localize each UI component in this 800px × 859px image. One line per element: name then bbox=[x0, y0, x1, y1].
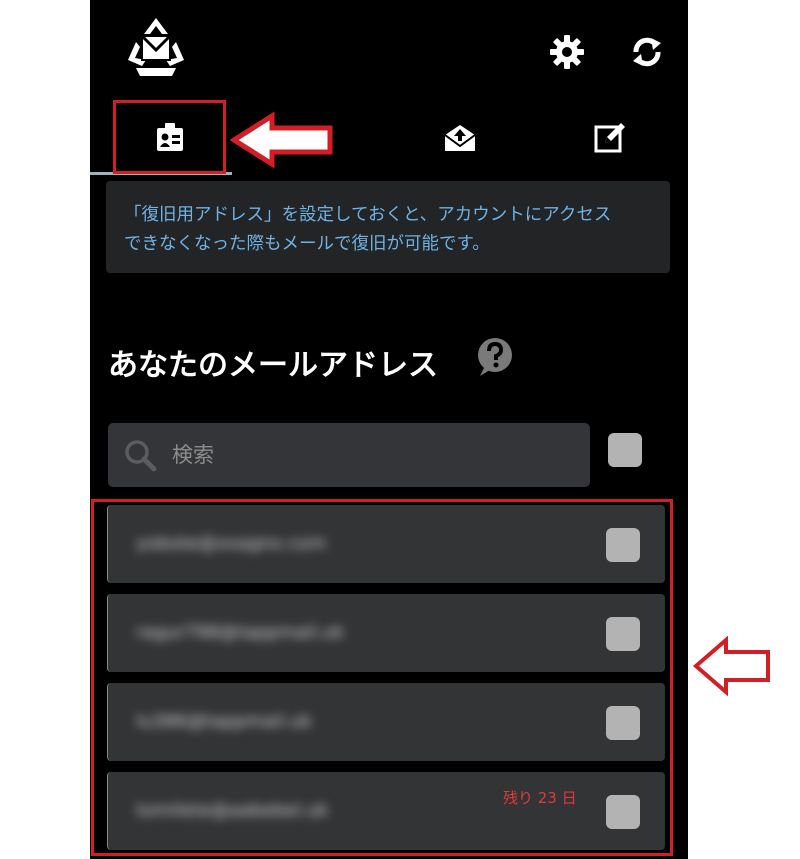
search-icon bbox=[125, 440, 157, 472]
email-list-highlight-box bbox=[91, 499, 673, 856]
pencil-square-icon bbox=[594, 123, 625, 153]
question-bubble-icon[interactable] bbox=[474, 336, 516, 378]
recovery-info-box: 「復旧用アドレス」を設定しておくと、アカウントにアクセス できなくなった際もメー… bbox=[106, 181, 670, 273]
info-text-line-2: できなくなった際もメールで復旧が可能です。 bbox=[124, 234, 490, 254]
info-text-line-1: 「復旧用アドレス」を設定しておくと、アカウントにアクセス bbox=[124, 205, 612, 225]
refresh-icon bbox=[633, 37, 661, 67]
annotation-arrow-left-outline-icon bbox=[692, 636, 770, 696]
select-all-checkbox[interactable] bbox=[608, 433, 642, 467]
screenshot-canvas: 「復旧用アドレス」を設定しておくと、アカウントにアクセス できなくなった際もメー… bbox=[0, 0, 800, 859]
envelope-upload-icon bbox=[444, 125, 476, 151]
annotation-arrow-left-icon bbox=[230, 112, 333, 168]
search-input[interactable] bbox=[170, 434, 574, 476]
gear-icon bbox=[550, 35, 584, 69]
refresh-button[interactable] bbox=[625, 30, 669, 74]
settings-button[interactable] bbox=[545, 30, 589, 74]
tab-inbox[interactable] bbox=[420, 102, 500, 172]
tab-compose[interactable] bbox=[570, 102, 650, 172]
search-box[interactable] bbox=[108, 423, 590, 487]
recycle-mail-logo bbox=[128, 18, 184, 76]
tab-highlight-box bbox=[113, 100, 226, 174]
section-title: あなたのメールアドレス bbox=[108, 348, 438, 383]
